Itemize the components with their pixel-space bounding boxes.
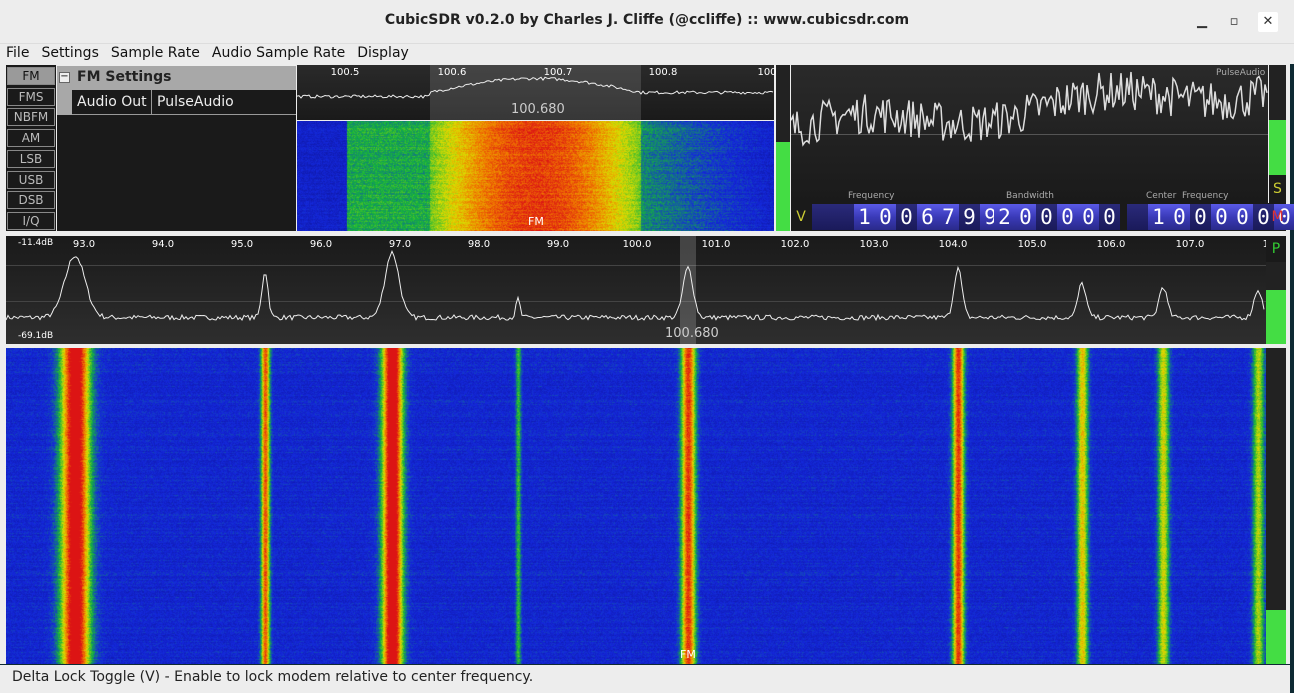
- setting-row-audio-out[interactable]: Audio Out PulseAudio: [72, 90, 296, 115]
- digit[interactable]: 0: [896, 204, 917, 230]
- bandwidth-readout[interactable]: 200000: [994, 204, 1120, 230]
- squelch-button[interactable]: S: [1269, 175, 1286, 203]
- tick-label: 93.0: [72, 239, 96, 250]
- digit[interactable]: 0: [1057, 204, 1078, 230]
- window-title: CubicSDR v0.2.0 by Charles J. Cliffe (@c…: [384, 12, 910, 28]
- digit[interactable]: 0: [1211, 204, 1232, 230]
- menu-sample-rate[interactable]: Sample Rate: [105, 44, 206, 62]
- gain-meter[interactable]: [1266, 262, 1286, 344]
- audio-waveform: [791, 71, 1268, 147]
- mode-button-nbfm[interactable]: NBFM: [7, 108, 55, 127]
- mode-button-fms[interactable]: FMS: [7, 87, 55, 106]
- tick-label: 98.0: [467, 239, 491, 250]
- digit[interactable]: 0: [875, 204, 896, 230]
- mode-button-usb[interactable]: USB: [7, 170, 55, 189]
- menu-bar: File Settings Sample Rate Audio Sample Rate…: [0, 44, 1294, 64]
- signal-level-meter[interactable]: [776, 65, 790, 231]
- mode-button-dsb[interactable]: DSB: [7, 191, 55, 210]
- digit[interactable]: 1: [1148, 204, 1169, 230]
- menu-settings[interactable]: Settings: [35, 44, 104, 62]
- main-waterfall[interactable]: [6, 348, 1266, 664]
- digit[interactable]: 1: [854, 204, 875, 230]
- tick-label: 100: [757, 67, 777, 78]
- digit[interactable]: 0: [1036, 204, 1057, 230]
- status-bar: Delta Lock Toggle (V) - Enable to lock m…: [0, 665, 1290, 693]
- waterfall-modem-label: FM: [680, 648, 696, 661]
- title-bar: CubicSDR v0.2.0 by Charles J. Cliffe (@c…: [0, 0, 1294, 44]
- tick-label: 99.0: [546, 239, 570, 250]
- minimize-button[interactable]: ▁: [1192, 12, 1212, 32]
- digit[interactable]: 0: [1232, 204, 1253, 230]
- tick-label: 104.0: [938, 239, 968, 250]
- digit[interactable]: 0: [1015, 204, 1036, 230]
- digit[interactable]: 9: [959, 204, 980, 230]
- center-frequency-label: 100.680: [665, 326, 719, 341]
- setting-value[interactable]: PulseAudio: [157, 94, 234, 110]
- digit[interactable]: 0: [1099, 204, 1120, 230]
- modem-settings-panel: − FM Settings Audio Out PulseAudio: [57, 66, 296, 231]
- center-frequency-label: Center Frequency: [1146, 191, 1229, 201]
- tick-label: 106.0: [1096, 239, 1126, 250]
- tick-label: 105.0: [1017, 239, 1047, 250]
- digit[interactable]: 7: [938, 204, 959, 230]
- tick-label: 97.0: [388, 239, 412, 250]
- frequency-label: Frequency: [848, 191, 895, 201]
- tick-label: 100.7: [543, 67, 573, 78]
- tick-label: 94.0: [151, 239, 175, 250]
- menu-file[interactable]: File: [0, 44, 35, 62]
- digit[interactable]: 2: [994, 204, 1015, 230]
- tick-label: 102.0: [780, 239, 810, 250]
- empty-digit[interactable]: [833, 204, 854, 230]
- modem-spectrum[interactable]: 100.5 100.6 100.7 100.8 100 100.680: [297, 65, 777, 120]
- empty-digit[interactable]: [1127, 204, 1148, 230]
- bandwidth-label: Bandwidth: [1006, 191, 1054, 201]
- mode-button-fm[interactable]: FM: [7, 67, 55, 85]
- peak-hold-button[interactable]: P: [1266, 236, 1286, 262]
- maximize-button[interactable]: ▫: [1224, 12, 1244, 32]
- settings-header: − FM Settings: [57, 66, 296, 90]
- setting-label: Audio Out: [77, 94, 147, 110]
- spectrum-trace: [6, 249, 1265, 322]
- digit[interactable]: 0: [1169, 204, 1190, 230]
- modem-spectrum-trace: [297, 76, 774, 99]
- digit[interactable]: 0: [1190, 204, 1211, 230]
- mode-button-lsb[interactable]: LSB: [7, 149, 55, 168]
- close-button[interactable]: ✕: [1258, 12, 1278, 32]
- tick-label: 95.0: [230, 239, 254, 250]
- top-db-label: -11.4dB: [18, 238, 54, 248]
- delta-lock-button[interactable]: V: [791, 203, 811, 231]
- tick-label: 107.0: [1175, 239, 1205, 250]
- menu-display[interactable]: Display: [351, 44, 415, 62]
- scope-device-label: PulseAudio: [1216, 68, 1266, 78]
- main-spectrum[interactable]: 93.0 94.0 95.0 96.0 97.0 98.0 99.0 100.0 101.0 10…: [6, 236, 1275, 344]
- tick-label: 96.0: [309, 239, 333, 250]
- audio-scope: PulseAudio Frequency Bandwidth Center Fr…: [791, 65, 1268, 203]
- center-frequency-label: 100.680: [511, 102, 565, 117]
- collapse-icon[interactable]: −: [59, 72, 70, 83]
- mode-button-am[interactable]: AM: [7, 129, 55, 148]
- tick-label: 100.6: [437, 67, 467, 78]
- settings-title: FM Settings: [77, 69, 172, 85]
- tick-label: 100.0: [622, 239, 652, 250]
- digit[interactable]: 0: [1078, 204, 1099, 230]
- waterfall-modem-label: FM: [528, 215, 544, 228]
- readout-bar: V 100679905 200000 100000000 M: [791, 203, 1294, 231]
- digit[interactable]: 6: [917, 204, 938, 230]
- tick-label: 100.8: [648, 67, 678, 78]
- empty-digit[interactable]: [812, 204, 833, 230]
- squelch-meter[interactable]: [1269, 65, 1286, 175]
- waterfall-speed-meter[interactable]: [1266, 348, 1286, 664]
- mute-button[interactable]: M: [1269, 203, 1286, 231]
- tick-label: 103.0: [859, 239, 889, 250]
- tick-label: 101.0: [701, 239, 731, 250]
- bottom-db-label: -69.1dB: [18, 331, 54, 341]
- tick-label: 100.5: [330, 67, 360, 78]
- mode-button-iq[interactable]: I/Q: [7, 211, 55, 230]
- menu-audio-sample-rate[interactable]: Audio Sample Rate: [206, 44, 351, 62]
